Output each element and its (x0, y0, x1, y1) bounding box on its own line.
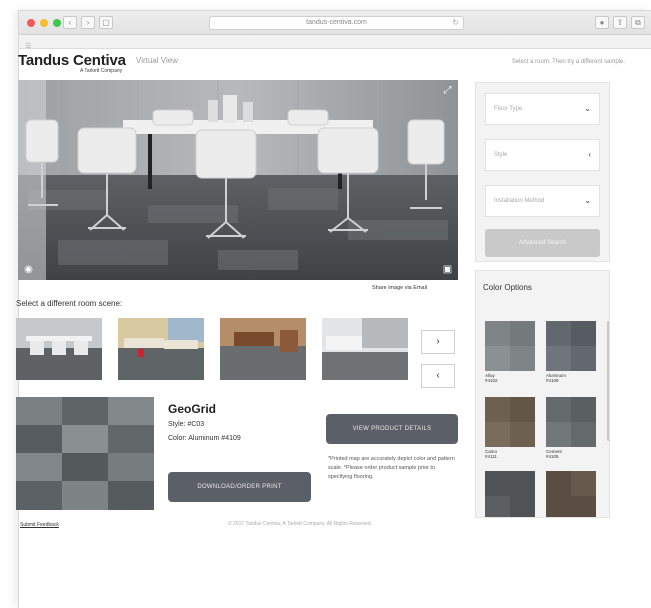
previous-scene-button[interactable]: ‹ (421, 364, 455, 388)
copyright-text: © 2017 Tandus Centiva, A Tarkett Company… (228, 521, 373, 527)
bookmarks-bar: ☰ (19, 35, 651, 50)
scene-thumbnail[interactable] (118, 318, 204, 380)
color-tile-label: Aluminum #4109 (546, 373, 567, 383)
product-swatch (16, 397, 154, 510)
print-disclaimer: *Printed map are accurately depict color… (328, 456, 455, 480)
eye-icon[interactable]: ◉ (22, 263, 35, 276)
address-bar[interactable]: tandus-centiva.com ↻ (209, 16, 464, 30)
scene-thumbnails (16, 318, 408, 380)
back-icon[interactable]: ‹ (63, 16, 77, 29)
scene-selector-label: Select a different room scene: (16, 299, 123, 308)
close-window-icon[interactable] (27, 19, 35, 27)
title-bar: ‹ › ▢ tandus-centiva.com ↻ ● ⇪ ⧉ (19, 11, 651, 35)
maximize-window-icon[interactable] (53, 19, 61, 27)
product-color: Color: Aluminum #4109 (168, 435, 241, 442)
scene-thumbnail[interactable] (220, 318, 306, 380)
color-options-scrollbar[interactable] (607, 321, 609, 441)
floor-type-label: Floor Type (494, 106, 523, 112)
submit-feedback-link[interactable]: Submit Feedback (20, 522, 59, 528)
style-select[interactable]: Style ‹ (485, 139, 600, 171)
bookmarks-icon[interactable]: ☰ (25, 43, 31, 50)
color-tile[interactable] (485, 397, 535, 447)
floor-type-select[interactable]: Floor Type ⌄ (485, 93, 600, 125)
share-email-link[interactable]: Share image via Email (372, 285, 427, 291)
next-scene-button[interactable]: › (421, 330, 455, 354)
product-style: Style: #C03 (168, 421, 205, 428)
brand-subtitle: A Tarkett Company (80, 68, 123, 74)
product-name: GeoGrid (168, 402, 217, 416)
chevron-down-icon: ⌄ (584, 196, 591, 205)
advanced-search-button[interactable]: Advanced Search (485, 229, 600, 257)
color-tile-label: Alloy #4102 (485, 373, 498, 383)
style-label: Style (494, 152, 508, 158)
minimize-window-icon[interactable] (40, 19, 48, 27)
tabs-icon[interactable]: ⧉ (631, 16, 645, 29)
chevron-left-icon: ‹ (588, 150, 591, 159)
sidebar-icon[interactable]: ▢ (99, 16, 113, 29)
chevron-down-icon: ⌄ (584, 104, 591, 113)
virtual-view-label: Virtual View (136, 56, 178, 65)
color-tile[interactable] (485, 471, 535, 517)
fullscreen-icon[interactable]: ⤢ (441, 84, 454, 97)
color-tile[interactable] (485, 321, 535, 371)
help-link[interactable]: Select a room. Then try a different samp… (512, 59, 625, 65)
scene-thumbnail[interactable] (322, 318, 408, 380)
filter-panel: Floor Type ⌄ Style ‹ Installation Method… (475, 82, 610, 262)
color-tile[interactable] (546, 397, 596, 447)
color-options-panel: Color Options Alloy #4102 Aluminum #4109 C… (475, 270, 610, 518)
scene-thumbnail[interactable] (16, 318, 102, 380)
brand-logo[interactable]: Tandus Centiva (18, 52, 126, 69)
color-tile[interactable] (546, 321, 596, 371)
extension-icon[interactable]: ● (595, 16, 609, 29)
chevron-left-icon: ‹ (436, 370, 440, 381)
color-options-title: Color Options (483, 283, 532, 292)
chevron-right-icon: › (436, 336, 440, 347)
view-product-details-button[interactable]: VIEW PRODUCT DETAILS (326, 414, 458, 444)
download-order-print-button[interactable]: DOWNLOAD/ORDER PRINT (168, 472, 311, 502)
color-tile[interactable] (546, 471, 596, 517)
installation-label: Installation Method (494, 198, 545, 204)
forward-icon[interactable]: › (81, 16, 95, 29)
reload-icon[interactable]: ↻ (452, 17, 459, 29)
room-scene-preview: ⤢ ◉ ▣ (18, 80, 458, 280)
color-tile-label: Camo #4111 (485, 449, 498, 459)
installation-method-select[interactable]: Installation Method ⌄ (485, 185, 600, 217)
url-text: tandus-centiva.com (306, 19, 367, 26)
image-icon[interactable]: ▣ (441, 263, 454, 276)
color-tile-label: Cement #4105 (546, 449, 562, 459)
share-icon[interactable]: ⇪ (613, 16, 627, 29)
